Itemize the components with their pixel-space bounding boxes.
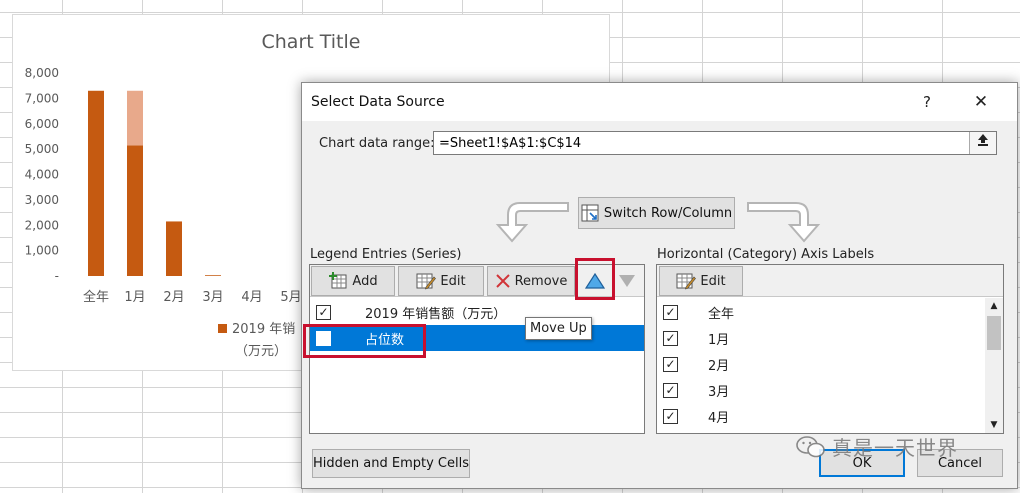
wechat-icon bbox=[796, 435, 825, 457]
y-tick-label: 5,000 bbox=[25, 142, 59, 156]
edit-icon bbox=[416, 273, 437, 290]
chart-bar[interactable] bbox=[166, 221, 182, 276]
axis-labels-label: Horizontal (Category) Axis Labels bbox=[657, 247, 875, 262]
collapse-dialog-button[interactable] bbox=[969, 132, 996, 154]
axis-label-checkbox[interactable]: ✓ bbox=[663, 330, 678, 346]
chart-title[interactable]: Chart Title bbox=[262, 31, 361, 53]
help-button[interactable]: ? bbox=[914, 89, 940, 115]
axis-edit-label: Edit bbox=[700, 273, 726, 289]
y-tick-label: 6,000 bbox=[25, 117, 59, 131]
series-checkbox[interactable]: ✓ bbox=[316, 304, 331, 320]
switch-row-column-button[interactable]: Switch Row/Column bbox=[578, 197, 735, 229]
series-item[interactable]: ✓ 2019 年销售额（万元） bbox=[310, 299, 644, 325]
scroll-down-arrow-icon[interactable]: ▼ bbox=[985, 417, 1003, 433]
curved-arrow-right-icon bbox=[747, 202, 821, 243]
chart-bar[interactable] bbox=[127, 145, 143, 276]
axis-label-item[interactable]: ✓ 3月 bbox=[657, 377, 985, 403]
chart-bar[interactable] bbox=[205, 275, 221, 276]
watermark: 真是一天世界 bbox=[796, 432, 958, 461]
x-tick-label: 1月 bbox=[124, 290, 145, 305]
collapse-icon bbox=[978, 134, 988, 146]
triangle-down-icon bbox=[619, 275, 635, 287]
scroll-up-arrow-icon[interactable]: ▲ bbox=[985, 298, 1003, 314]
axis-label-checkbox[interactable]: ✓ bbox=[663, 408, 678, 424]
legend-swatch bbox=[218, 324, 227, 333]
dialog-title: Select Data Source bbox=[311, 94, 445, 110]
axis-label-checkbox[interactable]: ✓ bbox=[663, 356, 678, 372]
remove-label: Remove bbox=[514, 273, 568, 289]
add-icon bbox=[329, 272, 347, 289]
axis-label-checkbox[interactable]: ✓ bbox=[663, 382, 678, 398]
move-up-highlight bbox=[575, 258, 615, 300]
edit-axis-labels-button[interactable]: Edit bbox=[659, 266, 743, 296]
switch-row-column-label: Switch Row/Column bbox=[603, 205, 733, 221]
legend-text: 2019 年销 bbox=[232, 322, 295, 337]
move-down-button[interactable] bbox=[613, 266, 641, 296]
axis-label-checkbox[interactable]: ✓ bbox=[663, 304, 678, 320]
remove-icon bbox=[495, 274, 510, 288]
add-label: Add bbox=[352, 273, 378, 289]
x-tick-label: 4月 bbox=[241, 290, 262, 305]
edit-icon bbox=[676, 273, 697, 290]
edit-series-button[interactable]: Edit bbox=[398, 266, 484, 296]
axis-label-item[interactable]: ✓ 1月 bbox=[657, 325, 985, 351]
chart-data-range-input[interactable] bbox=[433, 131, 997, 155]
select-data-source-dialog: Select Data Source ? ✕ Chart data range:… bbox=[301, 82, 1018, 489]
dialog-titlebar: Select Data Source ? ✕ bbox=[302, 83, 1017, 121]
chart-bar[interactable] bbox=[127, 90, 143, 146]
switch-icon bbox=[581, 204, 599, 222]
y-tick-label: 2,000 bbox=[25, 218, 59, 232]
curved-arrow-left-icon bbox=[495, 202, 569, 243]
x-tick-label: 全年 bbox=[83, 289, 109, 305]
x-tick-label: 5月 bbox=[280, 290, 301, 305]
axis-label-item[interactable]: ✓ 4月 bbox=[657, 403, 985, 429]
axis-labels-panel: Edit ✓ 全年 ✓ 1月 ✓ 2月 ✓ 3月 ✓ 4月 ▲ ▼ bbox=[656, 264, 1004, 434]
selected-series-highlight bbox=[303, 324, 426, 358]
legend-entries-label: Legend Entries (Series) bbox=[310, 247, 462, 262]
close-button[interactable]: ✕ bbox=[966, 89, 996, 115]
y-tick-label: - bbox=[55, 269, 59, 283]
axis-label-text: 2月 bbox=[708, 358, 730, 374]
y-tick-label: 1,000 bbox=[25, 244, 59, 258]
edit-label: Edit bbox=[440, 273, 466, 289]
add-series-button[interactable]: Add bbox=[311, 266, 395, 296]
axis-label-text: 1月 bbox=[708, 332, 730, 348]
axis-toolbar: Edit bbox=[657, 265, 1003, 297]
axis-label-text: 全年 bbox=[708, 306, 735, 322]
axis-label-item[interactable]: ✓ 全年 bbox=[657, 299, 985, 325]
y-tick-label: 8,000 bbox=[25, 66, 59, 80]
legend-unit: （万元） bbox=[235, 344, 287, 359]
axis-label-text: 4月 bbox=[708, 410, 730, 426]
series-label: 2019 年销售额（万元） bbox=[365, 306, 507, 322]
y-tick-label: 3,000 bbox=[25, 193, 59, 207]
chart-data-range-label: Chart data range: bbox=[319, 136, 435, 151]
hidden-and-empty-cells-button[interactable]: Hidden and Empty Cells bbox=[312, 449, 470, 478]
x-tick-label: 2月 bbox=[163, 290, 184, 305]
scroll-thumb[interactable] bbox=[987, 316, 1001, 350]
chart-bar[interactable] bbox=[88, 90, 104, 276]
axis-list-scrollbar[interactable]: ▲ ▼ bbox=[985, 298, 1003, 433]
axis-label-item[interactable]: ✓ 2月 bbox=[657, 351, 985, 377]
remove-series-button[interactable]: Remove bbox=[487, 266, 575, 296]
axis-label-text: 3月 bbox=[708, 384, 730, 400]
y-tick-label: 4,000 bbox=[25, 168, 59, 182]
move-up-tooltip: Move Up bbox=[525, 317, 592, 340]
y-tick-label: 7,000 bbox=[25, 91, 59, 105]
x-tick-label: 3月 bbox=[202, 290, 223, 305]
watermark-text: 真是一天世界 bbox=[832, 436, 958, 460]
